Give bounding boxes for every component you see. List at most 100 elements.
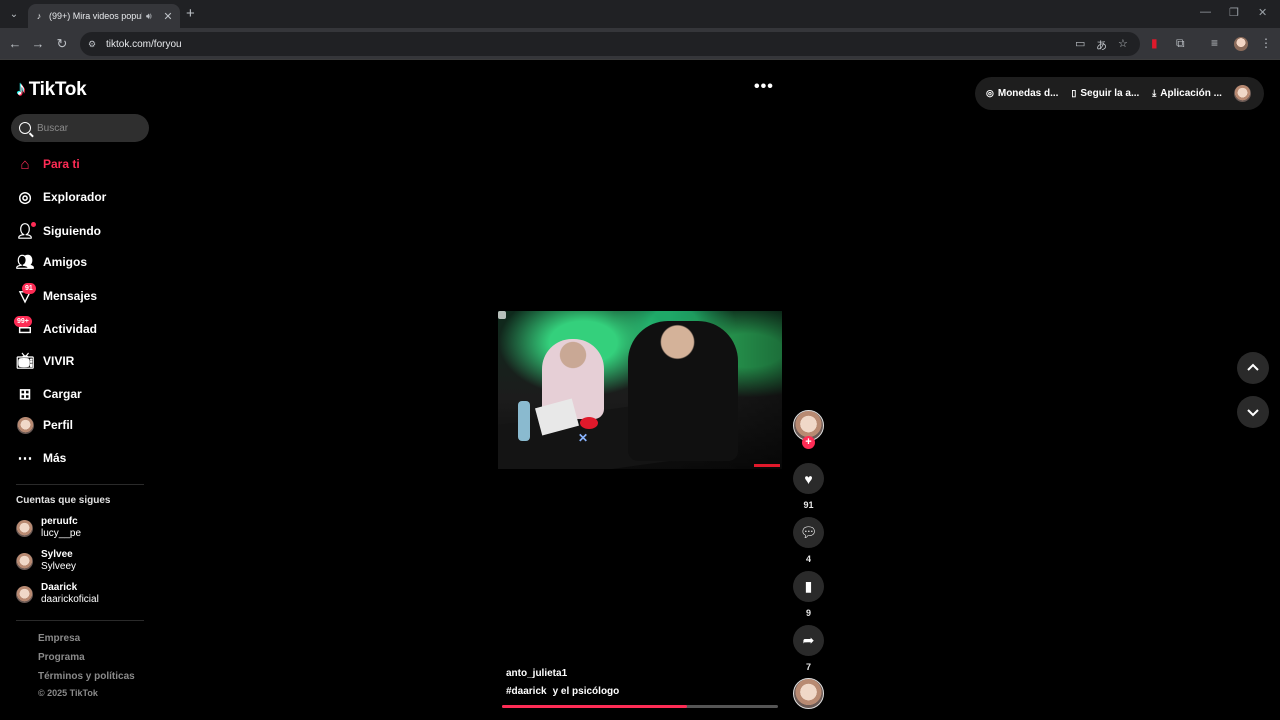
top-actions-bar: ◎ Monedas d... ▯ Seguir la a... ⤓ Aplica… xyxy=(975,77,1264,110)
browser-menu-icon[interactable]: ⋮ xyxy=(1260,36,1272,50)
media-control-icon[interactable]: ≡ xyxy=(1211,36,1218,50)
follow-plus-icon[interactable]: + xyxy=(802,436,815,449)
share-count: 7 xyxy=(805,662,811,672)
address-bar[interactable]: ⚙ tiktok.com/foryou xyxy=(80,32,1140,56)
sidebar-divider xyxy=(16,620,144,621)
translate-icon[interactable]: あ xyxy=(1096,37,1107,53)
footer-link-programa[interactable]: Programa xyxy=(38,652,85,663)
follow-app-button[interactable]: ▯ Seguir la a... xyxy=(1071,88,1139,99)
sidebar-divider xyxy=(16,484,144,485)
new-tab-button[interactable]: + xyxy=(186,5,195,22)
bookmark-icon: ▮ xyxy=(804,578,813,594)
like-button[interactable]: ♥ xyxy=(793,463,824,494)
like-count: 91 xyxy=(803,500,814,510)
search-icon xyxy=(19,122,31,134)
sidebar-item-label: Amigos xyxy=(43,255,88,269)
video-corner-icon xyxy=(498,311,506,319)
video-scene-person xyxy=(628,321,738,461)
pill-label: Monedas d... xyxy=(997,88,1059,99)
extension-record-icon[interactable]: ▮ xyxy=(1151,36,1158,50)
forward-icon[interactable]: → xyxy=(30,36,46,51)
back-icon[interactable]: ← xyxy=(7,36,23,51)
get-app-button[interactable]: ⤓ Aplicación ... xyxy=(1152,88,1222,99)
search-box[interactable] xyxy=(11,114,149,142)
video-progress-fill xyxy=(502,705,687,708)
sidebar-item-siguiendo[interactable]: 👤︎ Siguiendo xyxy=(15,219,101,243)
search-input[interactable] xyxy=(37,122,137,134)
tab-close-icon[interactable]: ✕ xyxy=(162,10,174,23)
sidebar-item-mas[interactable]: ⋯ Más xyxy=(16,446,67,470)
account-handle: lucy__pe xyxy=(41,528,82,539)
download-icon: ⤓ xyxy=(1152,88,1157,98)
bookmark-star-icon[interactable]: ☆ xyxy=(1118,37,1128,50)
browser-tab[interactable]: ♪ (99+) Mira videos populares 🔊︎ ✕ xyxy=(28,4,180,28)
video-progress-bar[interactable] xyxy=(502,705,778,708)
video-player[interactable]: ✕ xyxy=(498,311,782,469)
coin-icon: ◎ xyxy=(986,88,994,98)
footer-link-empresa[interactable]: Empresa xyxy=(38,633,80,644)
sidebar-item-actividad[interactable]: ▭ 99+ Actividad xyxy=(14,316,97,341)
extensions-icon[interactable]: ⧉ xyxy=(1176,36,1185,51)
account-handle: Sylveey xyxy=(41,561,77,572)
video-scene-button xyxy=(580,417,598,429)
site-info-icon[interactable]: ⚙ xyxy=(88,39,100,50)
video-caption: #daarick y el psicólogo xyxy=(506,686,619,697)
sidebar-item-label: Mensajes xyxy=(43,289,98,303)
tab-title: (99+) Mira videos populares xyxy=(49,11,142,21)
speaker-icon[interactable]: 🔊︎ xyxy=(146,11,158,22)
more-icon: ⋯ xyxy=(17,450,33,467)
more-options-button[interactable]: ••• xyxy=(754,78,774,96)
following-account[interactable]: peruufc lucy__pe xyxy=(16,516,81,540)
account-name: peruufc xyxy=(41,516,78,527)
sidebar-item-vivir[interactable]: 📺︎ VIVIR xyxy=(15,349,75,373)
minimize-icon[interactable]: — xyxy=(1200,6,1211,18)
video-author[interactable]: anto_julieta1 xyxy=(506,668,567,679)
comment-button[interactable]: 💬︎ xyxy=(793,517,824,548)
video-scene-bottle xyxy=(518,401,530,441)
account-avatar xyxy=(16,585,33,603)
sidebar-item-mensajes[interactable]: ▽ 91 Mensajes xyxy=(16,283,98,308)
sidebar-item-amigos[interactable]: 👥︎ Amigos xyxy=(15,250,88,274)
video-scene-mark: ✕ xyxy=(578,431,589,445)
user-follow-icon: 👤︎ xyxy=(15,222,36,240)
compass-icon: ◎ xyxy=(18,189,32,206)
messages-badge: 91 xyxy=(22,283,36,294)
tiktok-favicon-icon: ♪ xyxy=(36,11,42,21)
cast-icon[interactable]: ▭ xyxy=(1075,37,1085,50)
next-video-button[interactable] xyxy=(1237,396,1269,428)
sidebar-item-cargar[interactable]: ⊞ Cargar xyxy=(16,382,82,406)
window-close-icon[interactable]: ✕ xyxy=(1258,6,1267,19)
save-count: 9 xyxy=(805,608,811,618)
url-text: tiktok.com/foryou xyxy=(106,38,182,50)
coins-button[interactable]: ◎ Monedas d... xyxy=(986,88,1058,99)
previous-video-button[interactable] xyxy=(1237,352,1269,384)
save-button[interactable]: ▮ xyxy=(793,571,824,602)
sidebar-item-label: VIVIR xyxy=(43,354,75,368)
heart-icon: ♥ xyxy=(804,470,813,487)
browser-tabbar: ⌄ ♪ (99+) Mira videos populares 🔊︎ ✕ + —… xyxy=(0,0,1280,28)
account-handle: daarickoficial xyxy=(41,594,99,605)
browser-profile-avatar[interactable] xyxy=(1234,37,1248,51)
following-account[interactable]: Sylvee Sylveey xyxy=(16,549,76,573)
music-disc-avatar[interactable] xyxy=(793,678,824,709)
tiktok-logo[interactable]: ♪ TikTok xyxy=(16,78,87,101)
sidebar-item-perfil[interactable]: Perfil xyxy=(16,413,73,437)
video-overlay-bar xyxy=(754,464,780,467)
chevron-up-icon xyxy=(1247,363,1259,371)
tab-search-chevron-icon[interactable]: ⌄ xyxy=(4,4,24,24)
share-button[interactable]: ➦ xyxy=(793,625,824,656)
share-icon: ➦ xyxy=(802,632,815,648)
footer-link-terminos[interactable]: Términos y políticas xyxy=(38,671,135,682)
reload-icon[interactable]: ↻ xyxy=(54,36,70,52)
activity-icon: ▭ 99+ xyxy=(14,316,34,338)
sidebar-item-para-ti[interactable]: ⌂ Para ti xyxy=(16,152,79,176)
following-title: Cuentas que sigues xyxy=(16,495,111,506)
following-account[interactable]: Daarick daarickoficial xyxy=(16,582,99,606)
sidebar-item-explorador[interactable]: ◎ Explorador xyxy=(16,185,106,209)
copyright: © 2025 TikTok xyxy=(38,688,98,698)
sidebar-item-label: Cargar xyxy=(43,387,82,401)
restore-icon[interactable]: ❐ xyxy=(1229,6,1239,19)
hashtag-link[interactable]: #daarick xyxy=(506,686,547,697)
profile-avatar xyxy=(16,416,34,434)
user-avatar[interactable] xyxy=(1234,85,1251,102)
